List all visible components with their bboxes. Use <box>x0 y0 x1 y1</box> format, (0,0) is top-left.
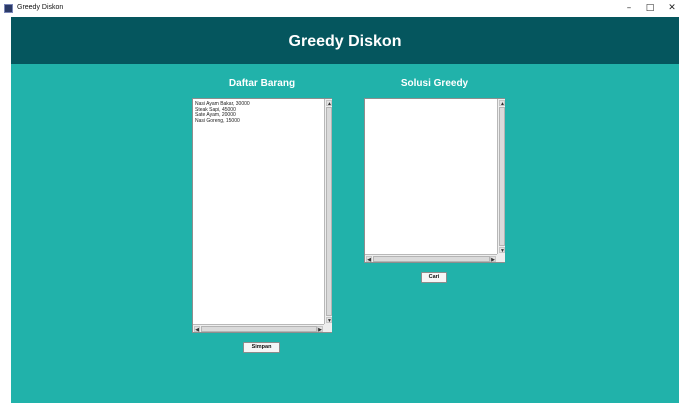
cari-button[interactable]: Cari <box>421 272 447 283</box>
daftar-barang-vertical-thumb[interactable] <box>326 107 332 316</box>
solusi-greedy-horizontal-scrollbar[interactable]: ◀ ▶ <box>365 254 497 263</box>
simpan-button[interactable]: Simpan <box>243 342 280 353</box>
solusi-greedy-vertical-thumb[interactable] <box>499 107 505 246</box>
page-title: Greedy Diskon <box>288 33 402 50</box>
main-content: Greedy Diskon Daftar Barang Nasi Ayam Ba… <box>11 17 679 403</box>
daftar-barang-vertical-scrollbar[interactable]: ▲ ▼ <box>324 99 332 324</box>
daftar-barang-text: Nasi Ayam Bakar, 30000 Steak Sapi, 45000… <box>195 101 250 124</box>
scroll-left-icon[interactable]: ◀ <box>194 326 200 333</box>
minimize-icon[interactable]: – <box>619 2 639 15</box>
window-title: Greedy Diskon <box>17 4 64 11</box>
scroll-left-icon[interactable]: ◀ <box>366 256 372 263</box>
scroll-corner <box>497 254 505 262</box>
scroll-up-icon[interactable]: ▲ <box>326 100 332 107</box>
scroll-right-icon[interactable]: ▶ <box>317 326 323 333</box>
scroll-down-icon[interactable]: ▼ <box>499 247 505 254</box>
daftar-barang-horizontal-scrollbar[interactable]: ◀ ▶ <box>193 324 324 333</box>
daftar-barang-textarea[interactable]: Nasi Ayam Bakar, 30000 Steak Sapi, 45000… <box>192 98 332 333</box>
maximize-icon[interactable]: □ <box>640 2 660 15</box>
scroll-right-icon[interactable]: ▶ <box>490 256 496 263</box>
solusi-greedy-textarea[interactable]: ▲ ▼ ◀ ▶ <box>364 98 505 263</box>
daftar-barang-title: Daftar Barang <box>228 78 296 89</box>
scroll-down-icon[interactable]: ▼ <box>326 317 332 324</box>
header-banner: Greedy Diskon <box>11 17 679 64</box>
solusi-greedy-horizontal-thumb[interactable] <box>373 256 490 262</box>
daftar-barang-horizontal-thumb[interactable] <box>201 326 317 332</box>
close-icon[interactable]: ✕ <box>662 2 682 15</box>
app-icon <box>4 4 13 13</box>
window-titlebar: Greedy Diskon – □ ✕ <box>0 0 689 17</box>
scroll-up-icon[interactable]: ▲ <box>499 100 505 107</box>
solusi-greedy-vertical-scrollbar[interactable]: ▲ ▼ <box>497 99 505 254</box>
solusi-greedy-title: Solusi Greedy <box>400 78 469 89</box>
scroll-corner <box>324 324 332 332</box>
